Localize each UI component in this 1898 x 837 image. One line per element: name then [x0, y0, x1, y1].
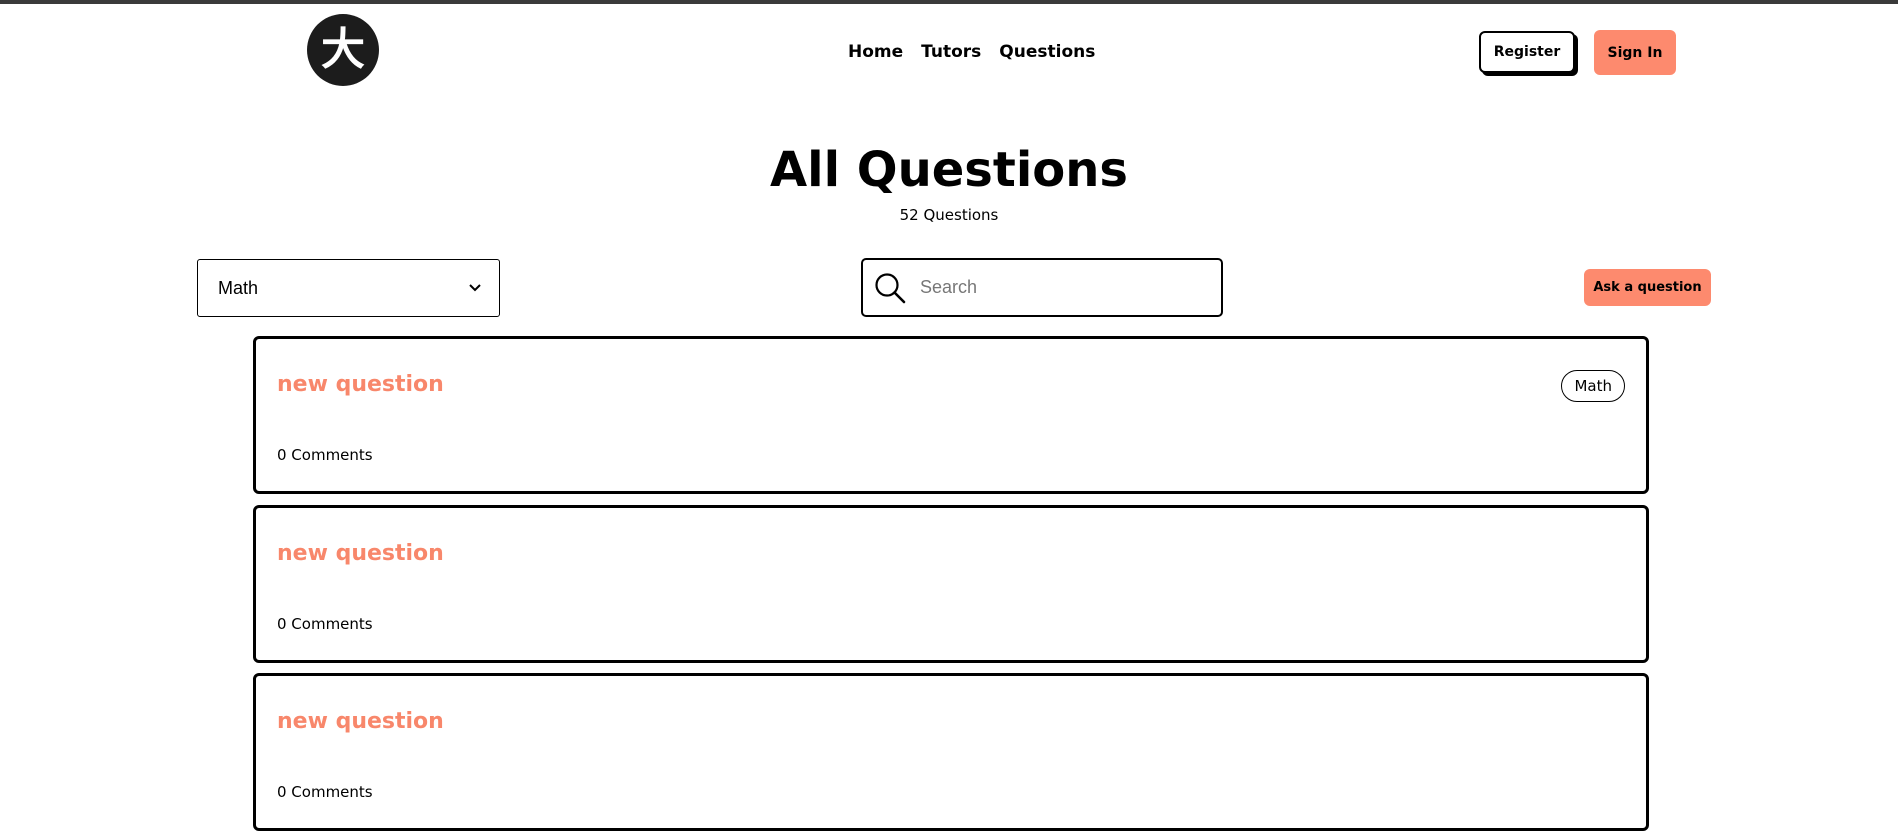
nav-tutors-link[interactable]: Tutors [921, 42, 981, 62]
question-title-link[interactable]: new question [277, 709, 444, 734]
question-count: 52 Questions [899, 206, 999, 224]
question-title-link[interactable]: new question [277, 541, 444, 566]
sign-in-button[interactable]: Sign In [1594, 30, 1676, 75]
nav-questions-link[interactable]: Questions [999, 42, 1095, 62]
question-card[interactable]: new question Math 0 Comments [253, 336, 1649, 494]
search-icon [872, 270, 908, 306]
register-button-label: Register [1493, 44, 1561, 60]
question-comment-count: 0 Comments [277, 615, 373, 633]
question-card[interactable]: new question 0 Comments [253, 505, 1649, 663]
question-comment-count: 0 Comments [277, 783, 373, 801]
search-box [861, 258, 1223, 317]
question-card[interactable]: new question 0 Comments [253, 673, 1649, 831]
nav-home-link[interactable]: Home [848, 42, 903, 62]
logo[interactable]: 大 [307, 14, 379, 86]
search-input[interactable] [918, 266, 1221, 309]
ask-question-button[interactable]: Ask a question [1584, 269, 1711, 306]
site-header: 大 Home Tutors Questions Register Sign In [0, 4, 1898, 100]
register-button[interactable]: Register [1479, 31, 1575, 73]
question-tag: Math [1561, 370, 1625, 402]
sign-in-button-label: Sign In [1607, 44, 1663, 61]
subject-filter-selected: Math [218, 277, 259, 298]
question-comment-count: 0 Comments [277, 446, 373, 464]
ask-question-button-label: Ask a question [1593, 280, 1702, 295]
page-title: All Questions [770, 142, 1128, 198]
main-nav: Home Tutors Questions [848, 42, 1095, 62]
chevron-down-icon [469, 281, 481, 295]
question-title-link[interactable]: new question [277, 372, 444, 397]
subject-filter-select[interactable]: Math [197, 259, 500, 317]
logo-text: 大 [321, 24, 365, 75]
